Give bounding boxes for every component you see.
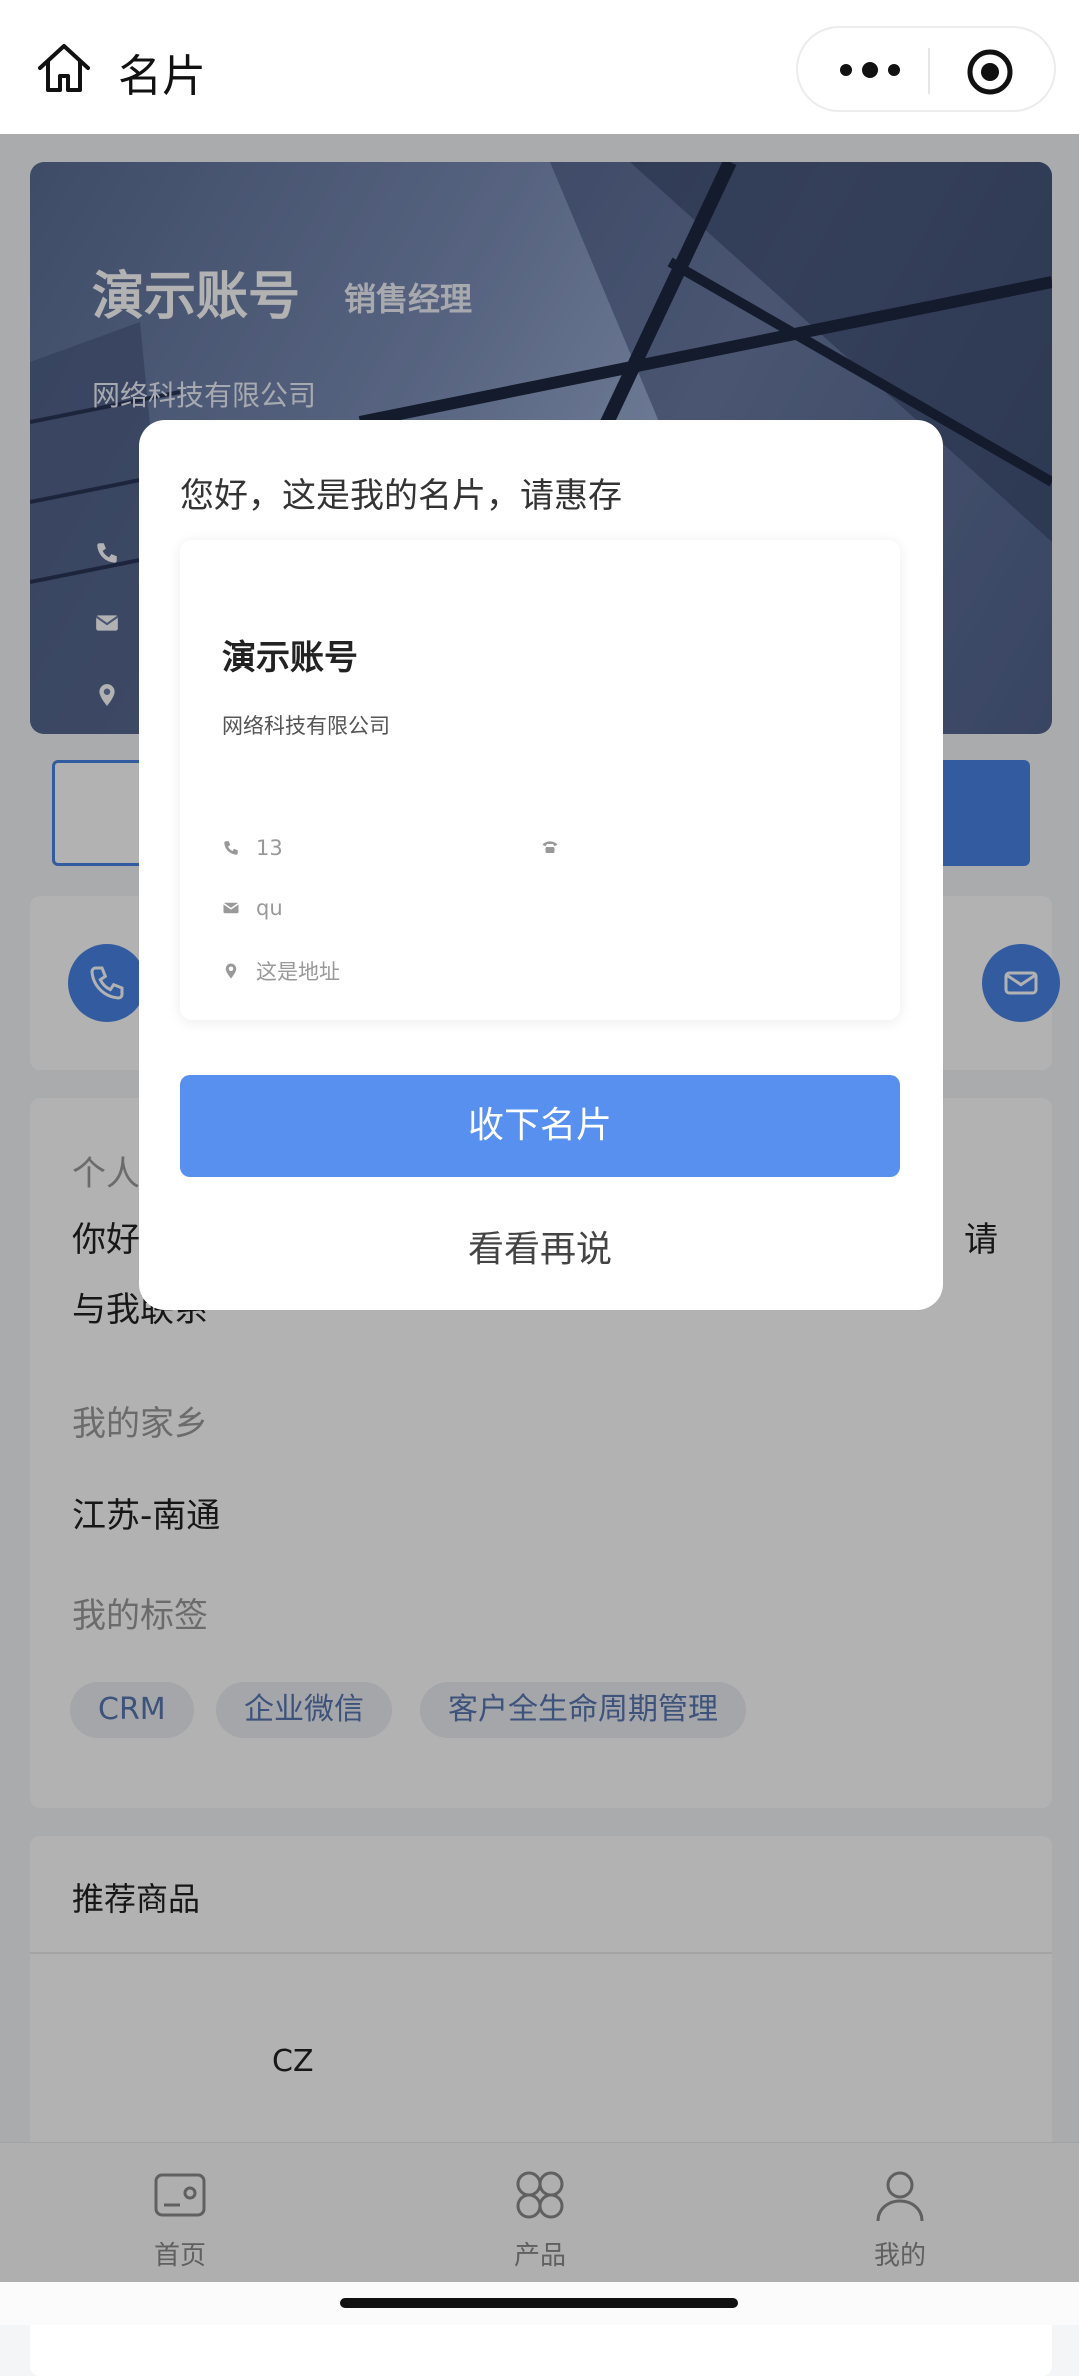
telephone-icon <box>542 841 558 853</box>
business-card-preview: 演示账号 网络科技有限公司 13 qu 这是地址 <box>180 540 900 1020</box>
card-company: 网络科技有限公司 <box>222 714 390 738</box>
card-address: 这是地址 <box>256 960 340 984</box>
mini-program-capsule <box>796 26 1056 112</box>
card-email-row: qu <box>222 896 283 920</box>
card-phone-row: 13 <box>222 836 283 860</box>
home-icon[interactable] <box>36 42 92 94</box>
page-title: 名片 <box>118 51 206 102</box>
card-address-row: 这是地址 <box>222 956 340 986</box>
location-icon <box>225 963 237 979</box>
capsule-divider <box>928 48 930 94</box>
modal-overlay-tabbar <box>0 2142 1079 2282</box>
accept-card-button[interactable]: 收下名片 <box>180 1075 900 1177</box>
home-indicator <box>340 2298 738 2308</box>
card-email: qu <box>256 896 283 920</box>
modal-greeting: 您好，这是我的名片，请惠存 <box>180 476 622 516</box>
close-target-icon[interactable] <box>966 48 1014 96</box>
top-nav-bar: 名片 <box>0 0 1079 134</box>
card-phone: 13 <box>256 836 283 860</box>
more-icon[interactable] <box>838 58 902 82</box>
card-name: 演示账号 <box>222 638 358 678</box>
dismiss-button[interactable]: 看看再说 <box>180 1220 900 1280</box>
home-indicator-area <box>0 2282 1079 2325</box>
mail-icon <box>223 902 239 914</box>
phone-icon <box>224 841 238 855</box>
save-card-modal: 您好，这是我的名片，请惠存 演示账号 网络科技有限公司 13 qu 这是地址 收… <box>139 420 943 1310</box>
